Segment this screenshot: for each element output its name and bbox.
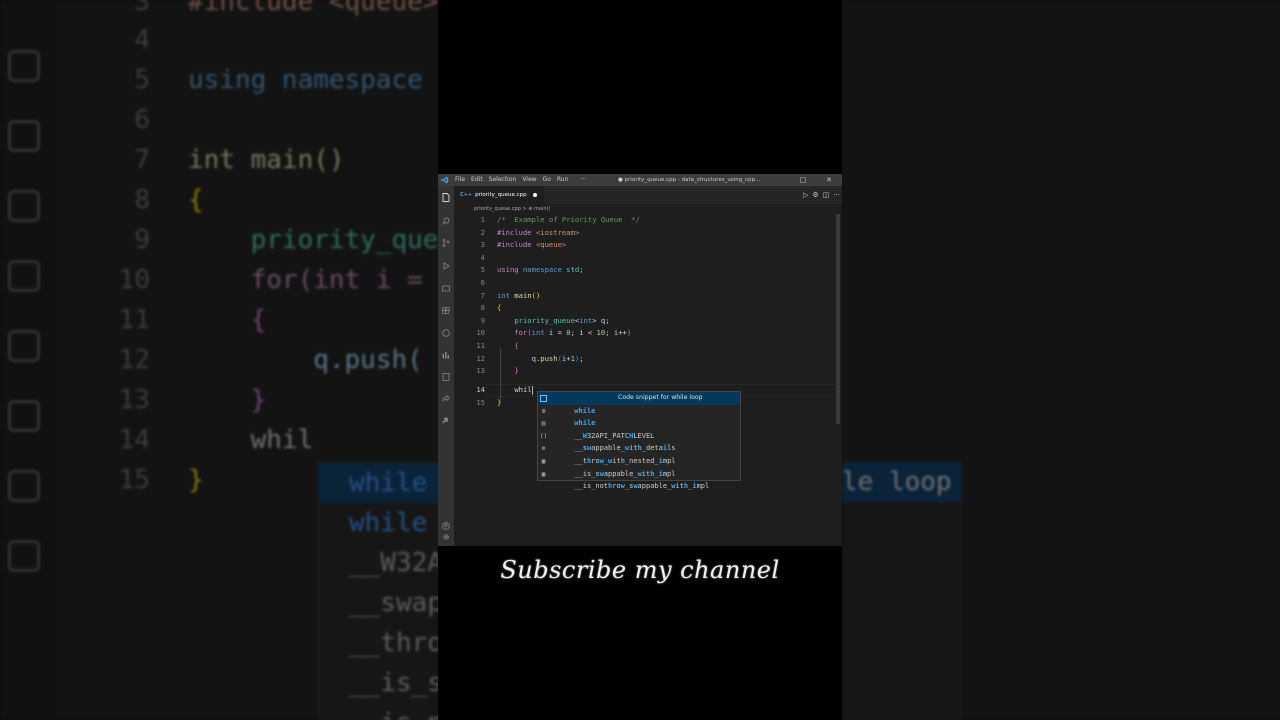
editor-actions: ▷ ⚙ ◫ ··· — [803, 186, 840, 204]
suggestion-item[interactable]: while Code snippet for while loop — [538, 392, 740, 415]
menu-run[interactable]: Run — [554, 174, 572, 186]
line-number: 8 — [480, 303, 485, 313]
suggestion-item[interactable]: ▦ __is_nothrow_swappable_with_impl — [538, 468, 740, 491]
extensions-icon[interactable] — [441, 306, 451, 316]
line-number: 4 — [480, 252, 485, 262]
code-line-5: using namespace std; — [497, 265, 584, 275]
gear-icon[interactable] — [441, 532, 451, 542]
constant-icon: ▤ — [541, 420, 546, 428]
code-line-10: for(int i = 0; i < 10; i++) — [514, 328, 632, 338]
remote-explorer-icon[interactable] — [441, 284, 451, 294]
bg-suggest-widget: while while __W32A __swap __thro __is_s … — [318, 462, 438, 720]
settings-icon[interactable]: ⚙ — [812, 191, 818, 199]
line-number: 5 — [480, 265, 485, 275]
breadcrumb[interactable]: priority_queue.cpp > ⊕ main() — [454, 204, 842, 214]
title-bar: File Edit Selection View Go Run ··· ● pr… — [438, 174, 842, 186]
menu-view[interactable]: View — [519, 174, 539, 186]
code-line-1: /* Example of Priority Queue */ — [497, 215, 640, 224]
vscode-logo-icon — [438, 174, 452, 186]
line-number: 10 — [476, 328, 485, 338]
menu-selection[interactable]: Selection — [486, 174, 520, 186]
keyword-icon: ≣ — [541, 407, 546, 415]
suggestion-item[interactable]: () __swappable_with_details — [538, 430, 740, 453]
live-share-icon[interactable] — [441, 394, 451, 404]
line-number: 1 — [480, 215, 485, 224]
bg-suggest-detail-tail: le loop — [842, 467, 952, 497]
line-number-current: 14 — [476, 385, 485, 395]
suggest-widget: while Code snippet for while loop ≣ while … — [537, 391, 741, 491]
code-line-8: { — [497, 303, 502, 313]
line-number: 3 — [480, 240, 485, 250]
scrollbar[interactable] — [836, 214, 840, 424]
bg-activity-bar — [0, 0, 60, 720]
source-control-icon[interactable] — [441, 238, 451, 248]
menu-more[interactable]: ··· — [577, 174, 589, 186]
menu-go[interactable]: Go — [540, 174, 554, 186]
suggestion-detail: Code snippet for while loop — [618, 394, 703, 401]
line-number: 7 — [480, 290, 485, 300]
code-line-15: } — [497, 398, 502, 407]
struct-icon: ▦ — [541, 470, 546, 478]
code-line-14: whil — [514, 385, 533, 395]
menu-edit[interactable]: Edit — [468, 174, 486, 186]
cpp-file-icon: C++ — [460, 192, 473, 198]
blurred-background-right: le loop — [842, 0, 1280, 720]
suggestion-item[interactable]: ≣ while — [538, 405, 740, 428]
run-debug-icon[interactable] — [441, 261, 451, 271]
split-editor-icon[interactable]: ◫ — [823, 191, 830, 199]
tab-label: priority_queue.cpp — [475, 192, 527, 198]
code-line-7: int main() — [497, 290, 541, 300]
code-line-9: priority_queue<int> q; — [514, 315, 610, 325]
minimize-icon[interactable]: □ — [790, 174, 816, 186]
close-icon[interactable]: ✕ — [816, 174, 842, 186]
class-icon: ⚙ — [541, 445, 546, 453]
line-number: 15 — [476, 398, 485, 407]
code-line-13: } — [514, 366, 519, 376]
search-icon[interactable] — [441, 216, 451, 226]
tab-priority-queue[interactable]: C++ priority_queue.cpp — [454, 186, 544, 204]
run-icon[interactable]: ▷ — [803, 191, 808, 199]
code-line-12: q.push(i+1); — [531, 353, 584, 363]
line-number: 13 — [476, 366, 485, 376]
github-icon[interactable] — [441, 328, 451, 338]
struct-icon: ▦ — [541, 457, 546, 465]
code-line-2: #include <iostream> — [497, 227, 580, 237]
activity-bar — [438, 186, 454, 546]
python-icon[interactable] — [441, 416, 451, 426]
suggestion-item[interactable]: ▦ __is_swappable_with_impl — [538, 455, 740, 478]
more-actions-icon[interactable]: ··· — [833, 191, 840, 199]
line-number: 12 — [476, 353, 485, 363]
namespace-icon: () — [540, 432, 548, 440]
subscribe-overlay-text: Subscribe my channel — [500, 556, 780, 584]
suggestion-item[interactable]: ⚙ __throw_with_nested_impl — [538, 442, 740, 465]
suggestion-item[interactable]: ▤ __W32API_PATCHLEVEL — [538, 417, 740, 440]
code-line-11: { — [514, 341, 519, 350]
notebook-icon[interactable] — [441, 372, 451, 382]
code-line-3: #include <queue> — [497, 240, 567, 250]
line-number: 9 — [480, 315, 485, 325]
chart-icon[interactable] — [441, 350, 451, 360]
blurred-background-left: 3 #include <queue> 4 5 using namespace 6 7… — [0, 0, 438, 720]
menu-file[interactable]: File — [452, 174, 468, 186]
window-title: ● priority_queue.cpp - data_structures_u… — [618, 177, 761, 183]
tab-bar: C++ priority_queue.cpp ▷ ⚙ ◫ ··· — [454, 186, 842, 204]
video-frame: 3 #include <queue> 4 5 using namespace 6 7… — [0, 0, 1280, 720]
snippet-icon — [540, 395, 547, 402]
unsaved-dot-icon[interactable] — [532, 193, 537, 197]
code-editor[interactable]: 1 2 3 4 5 6 7 8 9 10 11 12 13 14 15 /* E… — [454, 214, 842, 546]
line-number: 2 — [480, 227, 485, 237]
explorer-icon[interactable] — [441, 192, 451, 202]
text-cursor — [531, 385, 533, 395]
account-icon[interactable] — [441, 521, 451, 531]
line-number: 6 — [480, 278, 485, 287]
line-number: 11 — [476, 341, 485, 350]
